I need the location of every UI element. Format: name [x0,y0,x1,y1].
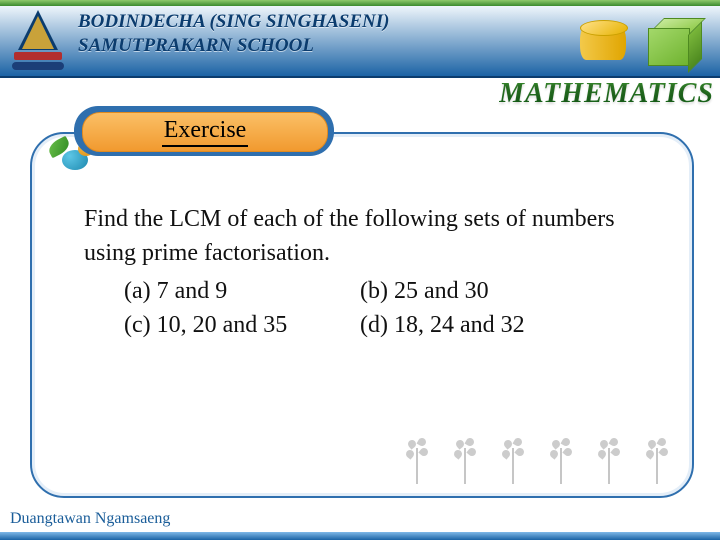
school-name-line2: SAMUTPRAKARN SCHOOL [78,34,389,58]
footer-bar [0,532,720,540]
wheat-icon [592,438,626,484]
school-name-line1: BODINDECHA (SING SINGHASENI) [78,10,389,34]
wheat-icon [544,438,578,484]
cube-icon [642,16,704,66]
wheat-icon [640,438,674,484]
question-text: Find the LCM of each of the following se… [84,202,652,270]
author-name: Duangtawan Ngamsaeng [10,510,170,528]
wheat-decoration [400,434,674,484]
slide-header: BODINDECHA (SING SINGHASENI) SAMUTPRAKAR… [0,0,720,76]
content-card: Exercise Find the LCM of each of the fol… [30,132,694,498]
cylinder-icon [580,20,626,60]
school-title: BODINDECHA (SING SINGHASENI) SAMUTPRAKAR… [78,10,389,58]
school-logo [12,10,64,70]
wheat-icon [448,438,482,484]
options-block: (a) 7 and 9 (b) 25 and 30 (c) 10, 20 and… [124,274,525,342]
exercise-badge: Exercise [82,112,328,152]
header-3d-shapes [552,8,712,68]
subject-title: MATHEMATICS [499,78,714,110]
options-row-2: (c) 10, 20 and 35 (d) 18, 24 and 32 [124,308,525,342]
wheat-icon [496,438,530,484]
option-d: (d) 18, 24 and 32 [360,308,525,342]
options-row-1: (a) 7 and 9 (b) 25 and 30 [124,274,525,308]
slide: BODINDECHA (SING SINGHASENI) SAMUTPRAKAR… [0,0,720,540]
option-c: (c) 10, 20 and 35 [124,308,360,342]
option-b: (b) 25 and 30 [360,274,489,308]
exercise-badge-label: Exercise [162,117,249,147]
option-a: (a) 7 and 9 [124,274,360,308]
wheat-icon [400,438,434,484]
